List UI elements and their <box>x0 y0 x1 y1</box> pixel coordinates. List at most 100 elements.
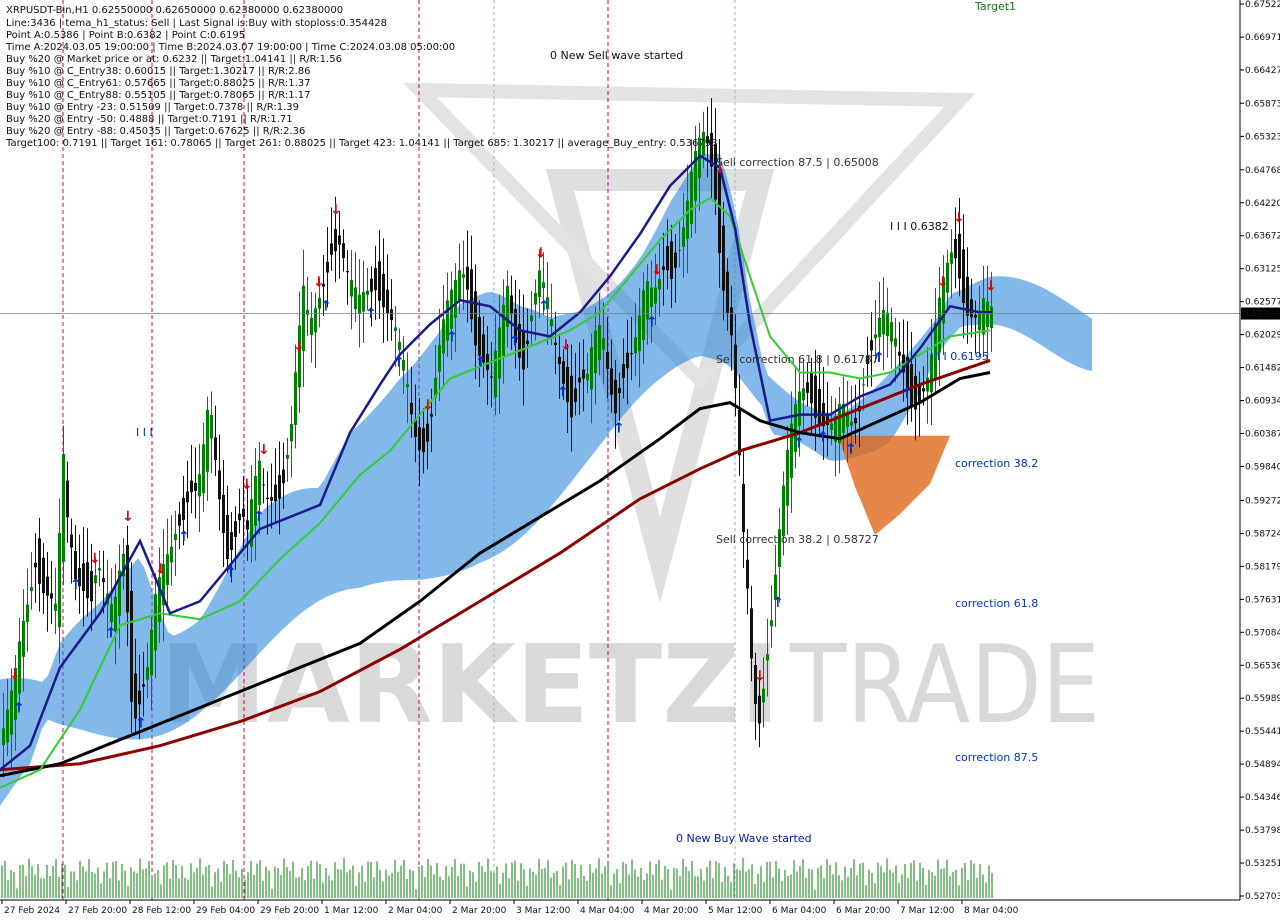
info-line: Buy %10 @ C_Entry88: 0.55105 || Target:0… <box>6 90 311 101</box>
candle-body <box>406 384 409 388</box>
price-tick-label: 0.53251 <box>1245 859 1280 869</box>
price-tick-label: 0.55989 <box>1245 694 1280 704</box>
time-tick-label: 29 Feb 20:00 <box>260 906 319 916</box>
candle-body <box>922 388 925 392</box>
candle-body <box>22 620 25 657</box>
sell-arrow-icon: ↓ <box>953 210 965 226</box>
candle-body <box>378 261 381 301</box>
new-buy-wave-label: 0 New Buy Wave started <box>676 832 812 845</box>
candle-body <box>850 421 853 426</box>
candle-body <box>102 578 105 583</box>
info-line: Buy %20 @ Entry -50: 0.4888 || Target:0.… <box>6 114 293 125</box>
point-c-label: I I I 0.6195 <box>930 350 989 363</box>
candle-body <box>418 427 421 451</box>
time-tick-label: 4 Mar 04:00 <box>580 906 635 916</box>
sell-correction-618-label: Sell correction 61.8 | 0.61787 <box>716 353 879 366</box>
candle-body <box>974 315 977 318</box>
buy-arrow-icon: ↑ <box>365 306 377 322</box>
sell-arrow-icon: ↓ <box>313 274 325 290</box>
watermark-right-text: TRADE <box>789 623 1100 748</box>
candle-body <box>338 235 341 245</box>
candle-body <box>218 470 221 500</box>
candle-body <box>642 290 645 341</box>
candle-body <box>626 352 629 369</box>
candle-body <box>126 544 129 613</box>
time-tick-label: 8 Mar 04:00 <box>964 906 1019 916</box>
buy-arrow-icon: ↑ <box>105 625 117 641</box>
candle-body <box>986 301 989 328</box>
buy-arrow-icon: ↑ <box>817 430 829 446</box>
candle-body <box>722 225 725 291</box>
candle-body <box>330 243 333 255</box>
candle-body <box>690 171 693 224</box>
time-tick-label: 28 Feb 12:00 <box>132 906 191 916</box>
buy-arrow-icon: ↑ <box>178 529 190 545</box>
candle-body <box>270 497 273 501</box>
candle-body <box>266 497 269 500</box>
candle-body <box>498 327 501 379</box>
buy-arrow-icon: ↑ <box>557 384 569 400</box>
candle-body <box>310 317 313 336</box>
candle-body <box>782 485 785 537</box>
buy-arrow-icon: ↑ <box>793 436 805 452</box>
candle-body <box>886 312 889 337</box>
candle-body <box>142 684 145 687</box>
candle-body <box>6 709 9 743</box>
candle-body <box>94 575 97 584</box>
time-tick-label: 6 Mar 20:00 <box>836 906 891 916</box>
chart-root: MARKETZI TRADE ↓ ↓ ↓ ↓ ↓ ↓ ↓ ↓ ↓ ↓ ↓ ↓ ↓ ↓ ↓ ↓ ↓ ↓ ↑ ↑ ↑ ↑ ↑ ↑ ↑… <box>0 0 1280 920</box>
candle-body <box>146 667 149 680</box>
sell-arrow-icon: ↓ <box>241 477 253 493</box>
candle-body <box>622 363 625 379</box>
candle-body <box>314 308 317 333</box>
candle-body <box>138 690 141 705</box>
candle-body <box>510 295 513 315</box>
price-tick-label: 0.62577 <box>1245 298 1280 308</box>
time-tick-label: 2 Mar 20:00 <box>452 906 507 916</box>
price-tick-label: 0.60387 <box>1245 429 1280 439</box>
candle-body <box>214 437 217 461</box>
candle-body <box>38 538 41 584</box>
candle-body <box>366 290 369 295</box>
candle-body <box>234 521 237 537</box>
info-line: Buy %10 @ C_Entry38: 0.60015 || Target:1… <box>6 66 311 77</box>
time-tick-label: 29 Feb 04:00 <box>196 906 255 916</box>
candle-body <box>358 294 361 314</box>
candle-body <box>458 270 461 301</box>
buy-arrow-icon: ↑ <box>901 386 913 402</box>
candle-body <box>294 372 297 425</box>
candle-body <box>878 317 881 337</box>
candle-body <box>958 233 961 279</box>
price-chart[interactable]: MARKETZI TRADE ↓↓↓↓↓↓↓↓↓↓↓↓↓↓↓↓↓↓↑↑↑↑↑↑↑… <box>0 0 1280 920</box>
candle-body <box>634 337 637 354</box>
candle-body <box>26 604 29 623</box>
target1-label: Target1 <box>974 0 1016 13</box>
candle-body <box>86 562 89 599</box>
candle-body <box>502 304 505 356</box>
sell-arrow-icon: ↓ <box>560 338 572 354</box>
candle-body <box>650 287 653 307</box>
buy-arrow-icon: ↑ <box>646 315 658 331</box>
sell-arrow-icon: ↓ <box>89 551 101 567</box>
candle-body <box>526 340 529 345</box>
candle-body <box>278 475 281 499</box>
candle-body <box>430 414 433 417</box>
info-line: Target100: 0.7191 || Target 161: 0.78065… <box>5 138 717 149</box>
candle-body <box>354 287 357 310</box>
candle-body <box>454 279 457 318</box>
price-tick-label: 0.56536 <box>1245 661 1280 671</box>
price-tick-label: 0.58724 <box>1245 530 1280 540</box>
candle-body <box>638 315 641 352</box>
candle-body <box>390 309 393 321</box>
candle-body <box>394 327 397 331</box>
buy-arrow-icon: ↑ <box>772 595 784 611</box>
candle-body <box>66 480 69 518</box>
candle-body <box>846 414 849 427</box>
time-axis: 27 Feb 2024 27 Feb 20:00 28 Feb 12:00 29 Fe… <box>0 899 1280 920</box>
buy-arrow-icon: ↑ <box>845 442 857 458</box>
candle-body <box>54 603 57 611</box>
candle-body <box>42 557 45 594</box>
candle-body <box>802 388 805 401</box>
sell-correction-875-label: Sell correction 87.5 | 0.65008 <box>716 156 879 169</box>
candle-body <box>438 344 441 372</box>
